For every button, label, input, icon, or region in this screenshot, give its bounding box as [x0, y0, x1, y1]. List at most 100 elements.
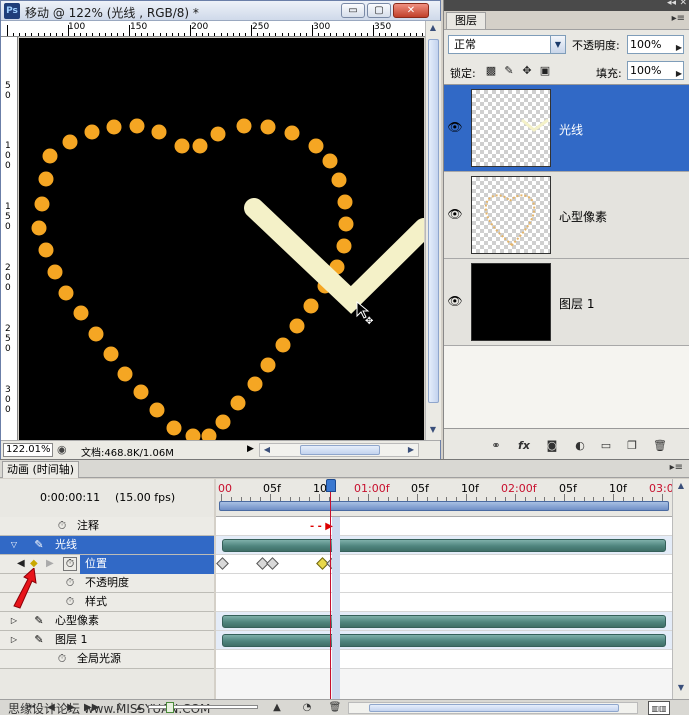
fill-slider-arrow-icon[interactable]: ▶ [676, 65, 682, 82]
ruler-vertical[interactable]: 5 0 1 0 0 1 5 0 2 0 0 2 5 0 3 0 0 [1, 37, 18, 440]
previous-frame-icon[interactable]: ◀ [44, 701, 58, 715]
document-titlebar[interactable]: Ps 移动 @ 122% (光线 , RGB/8) * ▭ ▢ ✕ [1, 1, 440, 21]
new-layer-icon[interactable]: ❐ [624, 439, 640, 453]
lock-position-move-icon[interactable]: ✥ [520, 64, 534, 78]
work-area-bar[interactable] [219, 501, 669, 511]
zoom-slider-knob[interactable] [166, 702, 174, 713]
comments-track-lane[interactable] [216, 517, 672, 536]
global-light-track-lane[interactable] [216, 650, 672, 669]
lock-transparency-icon[interactable]: ▩ [484, 64, 498, 78]
layer-row-background[interactable]: 👁 图层 1 [444, 259, 689, 346]
layer-duration-bar[interactable] [222, 539, 666, 552]
stopwatch-icon[interactable]: ⏱ [63, 593, 77, 611]
layer-duration-bar[interactable] [222, 634, 666, 647]
track-layer-guangxian[interactable]: ▽ ✎ 光线 [0, 536, 214, 555]
opacity-track-lane[interactable] [216, 574, 672, 593]
current-timecode[interactable]: 0:00:00:11 [40, 491, 100, 504]
vertical-scrollbar[interactable]: ▲ ▼ [425, 21, 441, 440]
scroll-up-icon[interactable]: ▲ [426, 23, 440, 32]
canvas-artwork: ✥ [31, 118, 424, 440]
eye-icon[interactable]: 👁 [447, 207, 463, 221]
layer-row-guangxian[interactable]: 👁 光线 [444, 85, 689, 172]
tab-animation-timeline[interactable]: 动画 (时间轴) [2, 461, 80, 478]
status-info-icon[interactable]: ◉ [57, 443, 67, 456]
panel-menu-icon[interactable]: ▸≡ [672, 13, 685, 24]
document-canvas[interactable]: ✥ [19, 38, 424, 440]
lock-all-icon[interactable]: ▣ [538, 64, 552, 78]
timeline-vertical-scrollbar[interactable]: ▲ ▼ [672, 479, 689, 699]
keyframe-diamond[interactable] [266, 557, 279, 570]
layer-bar-lane[interactable] [216, 536, 672, 555]
scrollbar-thumb[interactable] [369, 704, 619, 712]
layer-row-heart[interactable]: 👁 心型像素 [444, 172, 689, 259]
fx-icon[interactable]: fx [516, 439, 532, 453]
first-frame-icon[interactable]: ⏮ [24, 701, 38, 715]
stopwatch-icon[interactable]: ⏱ [55, 517, 69, 535]
stopwatch-icon[interactable]: ⏱ [63, 557, 77, 571]
blend-mode-value: 正常 [454, 38, 476, 51]
scroll-up-icon[interactable]: ▲ [674, 481, 688, 490]
zoom-field[interactable]: 122.01% [3, 443, 53, 457]
expand-triangle-icon[interactable]: ▷ [8, 612, 20, 630]
link-icon[interactable]: ⚭ [488, 439, 504, 453]
opacity-slider-arrow-icon[interactable]: ▶ [676, 39, 682, 56]
stopwatch-icon[interactable]: ⏱ [63, 574, 77, 592]
status-menu-arrow-icon[interactable]: ▶ [247, 444, 254, 454]
next-keyframe-icon[interactable]: ▶ [46, 555, 54, 573]
timeline-area[interactable]: 00 05f 10f 01:00f 05f 10f 02:00f 05f 10f… [216, 479, 672, 699]
style-track-lane[interactable] [216, 593, 672, 612]
layer-bar-lane[interactable] [216, 612, 672, 631]
expand-triangle-icon[interactable]: ▽ [8, 536, 20, 554]
track-layer-heart[interactable]: ▷ ✎ 心型像素 [0, 612, 214, 631]
lock-pixels-brush-icon[interactable]: ✎ [502, 64, 516, 78]
convert-to-frames-icon[interactable]: ▥▥ [648, 701, 670, 715]
panel-dock-bar[interactable]: ◂◂ ✕ [444, 0, 689, 11]
play-icon[interactable]: ▶ [64, 701, 78, 715]
group-folder-icon[interactable]: ▭ [598, 439, 614, 453]
mask-icon[interactable]: ◙ [544, 439, 560, 453]
expand-triangle-icon[interactable]: ▷ [8, 631, 20, 649]
photoshop-icon: Ps [4, 3, 20, 19]
scrollbar-thumb[interactable] [300, 445, 380, 455]
maximize-button[interactable]: ▢ [367, 3, 391, 18]
eye-icon[interactable]: 👁 [447, 120, 463, 134]
track-comments[interactable]: ⏱ 注释 [0, 517, 214, 536]
tween-icon[interactable]: ◔ [300, 701, 314, 715]
zoom-in-mountain-icon[interactable]: ▲ [270, 701, 284, 715]
blend-mode-select[interactable]: 正常 ▼ [448, 35, 566, 54]
scroll-right-icon[interactable]: ▶ [404, 445, 418, 454]
track-layer-1[interactable]: ▷ ✎ 图层 1 [0, 631, 214, 650]
adjustment-icon[interactable]: ◐ [572, 439, 588, 453]
horizontal-scrollbar[interactable]: ◀ ▶ [259, 443, 419, 457]
audio-icon[interactable]: ♪ [112, 701, 126, 715]
track-global-light[interactable]: ⏱ 全局光源 [0, 650, 214, 669]
position-keyframe-lane[interactable] [216, 555, 672, 574]
time-ruler[interactable]: 00 05f 10f 01:00f 05f 10f 02:00f 05f 10f… [216, 479, 672, 517]
trash-icon[interactable]: 🗑 [652, 439, 668, 453]
chevron-down-icon[interactable]: ▼ [550, 36, 565, 53]
tab-layers[interactable]: 图层 [446, 12, 486, 29]
ruler-horizontal[interactable]: 100 150 200 250 300 350 [1, 21, 425, 37]
collapse-icon[interactable]: ◂◂ [667, 0, 676, 8]
close-button[interactable]: ✕ [393, 3, 429, 18]
scroll-left-icon[interactable]: ◀ [260, 445, 274, 454]
timeline-horizontal-scrollbar[interactable] [348, 702, 638, 714]
keyframe-diamond[interactable] [216, 557, 229, 570]
opacity-input[interactable]: 100% ▶ [627, 35, 684, 54]
eye-icon[interactable]: 👁 [447, 294, 463, 308]
close-panel-icon[interactable]: ✕ [679, 0, 687, 8]
stopwatch-icon[interactable]: ⏱ [55, 650, 69, 668]
layer-bar-lane[interactable] [216, 631, 672, 650]
layer-duration-bar[interactable] [222, 615, 666, 628]
scrollbar-thumb[interactable] [428, 39, 439, 403]
playhead-handle[interactable] [326, 479, 336, 492]
trash-icon[interactable]: 🗑 [328, 701, 342, 715]
fill-input[interactable]: 100% ▶ [627, 61, 684, 80]
next-frame-icon[interactable]: ▶▶ [84, 701, 99, 715]
scroll-down-icon[interactable]: ▼ [426, 425, 440, 434]
scroll-down-icon[interactable]: ▼ [674, 683, 688, 692]
panel-menu-icon[interactable]: ▸≡ [670, 462, 683, 473]
minimize-button[interactable]: ▭ [341, 3, 365, 18]
timeline-zoom-slider[interactable] [148, 705, 258, 709]
zoom-out-mountain-icon[interactable]: ▴ [132, 701, 146, 715]
